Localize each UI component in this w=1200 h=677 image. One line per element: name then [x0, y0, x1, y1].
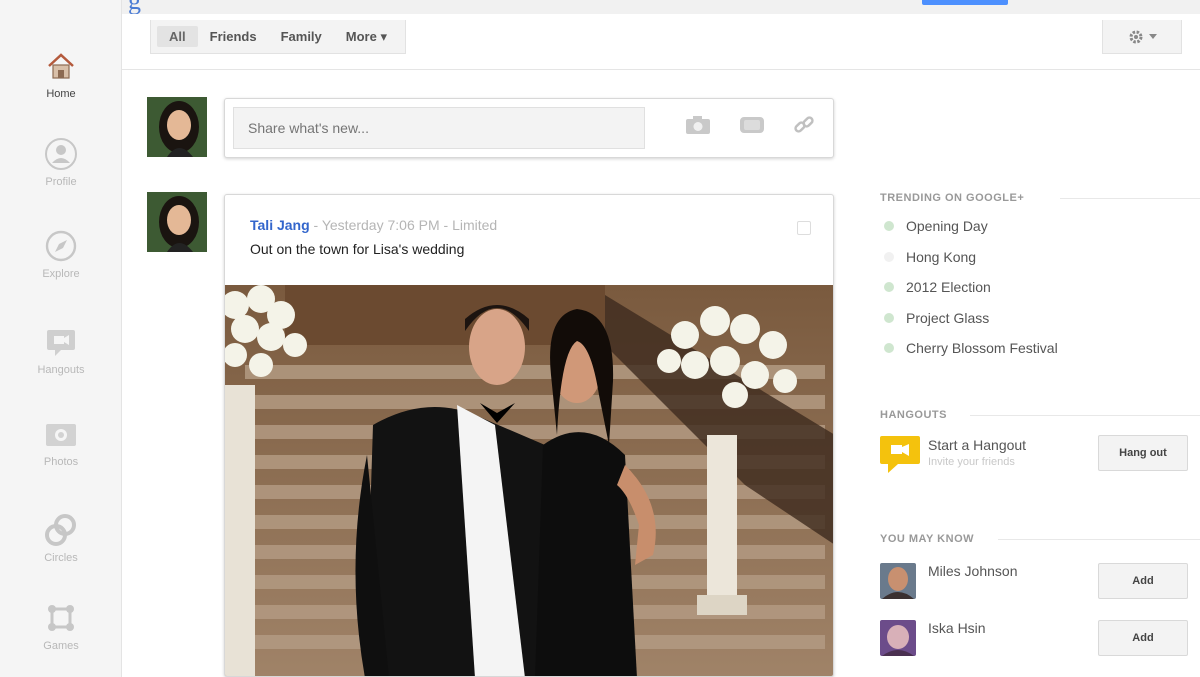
tab-family[interactable]: Family: [269, 26, 334, 47]
share-input[interactable]: [233, 107, 645, 149]
trending-item[interactable]: Project Glass: [884, 310, 989, 326]
tab-more[interactable]: More ▾: [334, 26, 399, 48]
left-nav: Home Profile Explore Hangouts Photos Cir…: [0, 0, 122, 677]
avatar[interactable]: [147, 97, 207, 157]
divider: [970, 415, 1200, 416]
post-card: Tali Jang - Yesterday 7:06 PM - Limited …: [224, 194, 834, 677]
hangouts-title: HANGOUTS: [880, 409, 947, 421]
nav-label: Home: [46, 88, 76, 100]
nav-item-circles[interactable]: Circles: [0, 512, 122, 564]
trending-label: Hong Kong: [906, 249, 977, 265]
post-photo[interactable]: [225, 285, 834, 677]
gear-icon: [1129, 30, 1143, 43]
post-meta: - Yesterday 7:06 PM - Limited: [309, 217, 498, 233]
trend-dot-icon: [884, 282, 894, 292]
divider: [1060, 198, 1200, 199]
avatar[interactable]: [880, 563, 916, 599]
trending-title: TRENDING ON GOOGLE+: [880, 192, 1025, 204]
person-name-link[interactable]: Miles Johnson: [928, 563, 1018, 579]
nav-item-home[interactable]: Home: [0, 48, 122, 100]
nav-item-photos[interactable]: Photos: [0, 416, 122, 468]
invite-friends-label: Invite your friends: [928, 456, 1015, 468]
home-icon: [48, 53, 74, 79]
tab-all[interactable]: All: [157, 26, 198, 47]
video-icon[interactable]: [739, 115, 765, 135]
hangout-icon[interactable]: [880, 436, 920, 474]
chevron-down-icon: [1149, 33, 1157, 39]
post-text: Out on the town for Lisa's wedding: [250, 241, 465, 257]
photos-icon: [46, 424, 76, 446]
explore-icon: [45, 230, 77, 262]
user-avatar-image: [147, 97, 207, 157]
avatar[interactable]: [880, 620, 916, 656]
nav-label: Circles: [44, 552, 78, 564]
nav-label: Hangouts: [37, 364, 85, 376]
add-person-button[interactable]: Add: [1098, 563, 1188, 599]
trending-item[interactable]: 2012 Election: [884, 279, 991, 295]
divider: [998, 539, 1200, 540]
nav-label: Games: [43, 640, 79, 652]
trending-label: Opening Day: [906, 218, 988, 234]
trending-item[interactable]: Hong Kong: [884, 249, 976, 265]
start-hangout-label[interactable]: Start a Hangout: [928, 437, 1026, 453]
trend-dot-icon: [884, 343, 894, 353]
top-bar: g: [0, 0, 1200, 15]
trend-dot-icon: [884, 252, 894, 262]
nav-label: Photos: [43, 456, 79, 468]
person-avatar-image: [880, 563, 916, 599]
nav-item-hangouts[interactable]: Hangouts: [0, 324, 122, 376]
trending-item[interactable]: Cherry Blossom Festival: [884, 340, 1058, 356]
nav-item-explore[interactable]: Explore: [0, 228, 122, 280]
author-avatar-image: [147, 192, 207, 252]
profile-icon: [45, 138, 77, 170]
trending-label: 2012 Election: [906, 279, 991, 295]
nav-item-games[interactable]: Games: [0, 600, 122, 652]
person-name-link[interactable]: Iska Hsin: [928, 620, 986, 636]
nav-label: Profile: [45, 176, 77, 188]
trending-label: Project Glass: [906, 310, 990, 326]
share-attachments: [685, 115, 815, 135]
avatar[interactable]: [147, 192, 207, 252]
tab-friends[interactable]: Friends: [198, 26, 269, 47]
stream-filter-bar: All Friends Family More ▾: [122, 14, 1200, 70]
share-top-button[interactable]: [922, 0, 1008, 5]
post-menu-button[interactable]: [797, 221, 811, 235]
post-author-link[interactable]: Tali Jang: [250, 217, 310, 233]
circles-icon: [45, 514, 76, 546]
post-header: Tali Jang - Yesterday 7:06 PM - Limited: [250, 217, 497, 233]
trend-dot-icon: [884, 221, 894, 231]
link-icon[interactable]: [793, 115, 815, 135]
trend-dot-icon: [884, 313, 894, 323]
hangouts-icon: [47, 330, 75, 356]
person-avatar-image: [880, 620, 916, 656]
you-may-know-title: YOU MAY KNOW: [880, 533, 975, 545]
hang-out-button[interactable]: Hang out: [1098, 435, 1188, 471]
share-box: [224, 98, 834, 158]
games-icon: [48, 605, 74, 631]
nav-label: Explore: [42, 268, 80, 280]
trending-item[interactable]: Opening Day: [884, 218, 988, 234]
add-person-button[interactable]: Add: [1098, 620, 1188, 656]
trending-label: Cherry Blossom Festival: [906, 340, 1058, 356]
circle-tabs: All Friends Family More ▾: [150, 20, 406, 54]
settings-menu[interactable]: [1102, 20, 1182, 54]
camera-icon[interactable]: [685, 115, 711, 135]
nav-item-profile[interactable]: Profile: [0, 136, 122, 188]
